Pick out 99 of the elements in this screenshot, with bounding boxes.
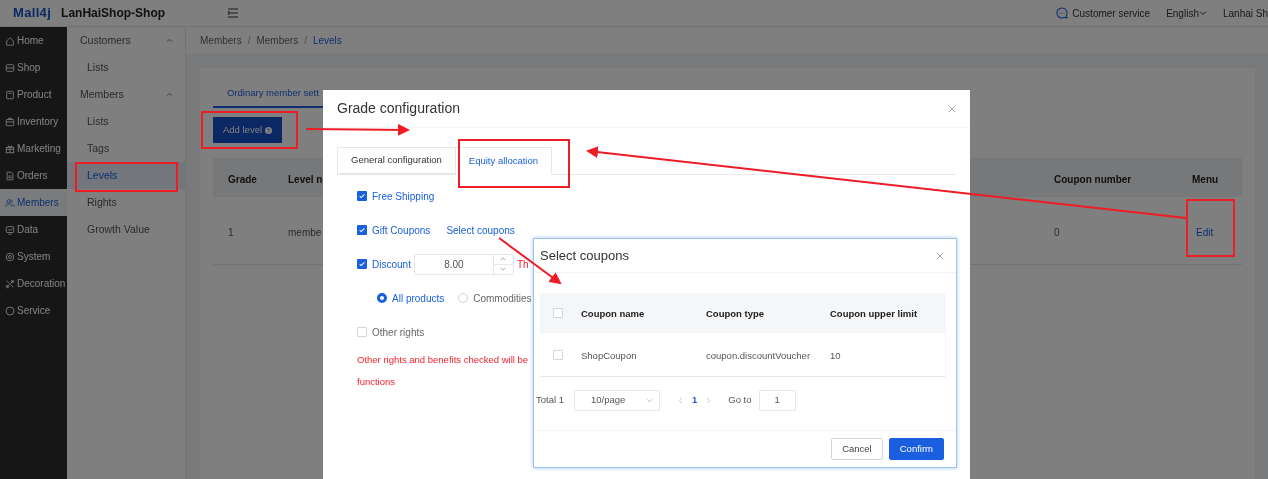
page-size-select[interactable]: 10/page — [574, 389, 660, 411]
tools-icon — [5, 278, 15, 289]
chevron-up-icon — [166, 38, 173, 43]
house-icon — [5, 35, 15, 46]
column-header: Level n — [288, 173, 323, 187]
tab[interactable]: Equity allocation — [455, 147, 553, 175]
sidebar-item[interactable]: Decoration — [0, 270, 67, 297]
nav-item[interactable]: Rights — [67, 189, 185, 216]
shop-name: LanHaiShop-Shop — [61, 5, 166, 22]
column-header: Menu — [1192, 173, 1219, 187]
gear-icon — [5, 251, 15, 262]
breadcrumb-link[interactable]: Members — [200, 33, 242, 48]
warning-text: Other rights and benefits checked will be — [357, 352, 529, 367]
radio[interactable] — [377, 293, 387, 303]
close-icon[interactable] — [936, 251, 944, 260]
previous-page-icon — [678, 396, 683, 404]
nav-item[interactable]: Lists — [67, 108, 185, 135]
sidebar-item[interactable]: Data — [0, 216, 67, 243]
column-header: Grade — [228, 173, 257, 187]
column-header: Coupon name — [581, 307, 645, 321]
breadcrumb-current: Levels — [312, 34, 342, 48]
page-number[interactable]: 1 — [692, 392, 698, 408]
radio-option[interactable]: Commodities — [458, 290, 532, 306]
table-cell-text: coupon.discountVoucher — [706, 349, 811, 363]
sidebar-item[interactable]: Product — [0, 81, 67, 108]
chevron-down-icon — [646, 397, 653, 403]
select-coupons-link[interactable]: Select coupons — [446, 222, 515, 238]
nav-item[interactable]: Levels — [67, 162, 185, 189]
number-field[interactable]: 8.00 — [413, 253, 514, 275]
sidebar-item[interactable]: Marketing — [0, 135, 67, 162]
edit-link[interactable]: Edit — [1196, 225, 1214, 240]
checkbox[interactable] — [553, 308, 563, 318]
page-input[interactable]: 1 — [758, 389, 796, 411]
column-header: Coupon upper limit — [830, 307, 918, 321]
nav-group-label: Members — [80, 86, 124, 102]
nav-group-label: Customers — [80, 32, 131, 48]
checkbox[interactable] — [357, 327, 367, 337]
goto-label: Go to — [728, 392, 752, 407]
briefcase-icon — [5, 116, 15, 127]
table-cell-text: 10 — [830, 349, 841, 363]
close-icon[interactable] — [948, 104, 956, 113]
breadcrumb-separator: / — [247, 34, 251, 48]
people-icon — [5, 197, 15, 208]
user-name[interactable]: Lanhai Sh — [1222, 5, 1268, 21]
stepper-icon — [492, 254, 513, 274]
breadcrumb-separator: / — [304, 34, 307, 48]
chat-icon — [1056, 7, 1069, 19]
nav-item[interactable]: Growth Value — [67, 216, 185, 243]
sidebar-item[interactable]: Members — [0, 189, 67, 216]
option-label: Other rights — [372, 325, 425, 340]
dialog-title: Grade configuration — [337, 99, 460, 118]
nav-group[interactable]: Customers — [67, 27, 185, 54]
tab[interactable]: General configuration — [337, 147, 456, 174]
option-label: Discount — [372, 257, 411, 272]
column-header: Coupon number — [1054, 173, 1132, 187]
page-icon — [5, 170, 15, 181]
checkbox[interactable] — [553, 350, 563, 360]
nav-item[interactable]: Lists — [67, 54, 185, 81]
logo: Mall4j — [13, 4, 52, 23]
nav-group[interactable]: Members — [67, 81, 185, 108]
sidebar-item[interactable]: Orders — [0, 162, 67, 189]
table-cell-text: ShopCoupon — [581, 349, 637, 363]
sidebar-item[interactable]: System — [0, 243, 67, 270]
radio-option[interactable]: All products — [377, 290, 445, 306]
gift-icon — [5, 143, 15, 154]
sidebar-item[interactable]: Shop — [0, 54, 67, 81]
confirm-button[interactable]: Confirm — [888, 438, 944, 460]
table-cell-text: 0 — [1054, 226, 1060, 240]
dialog-title: Select coupons — [540, 246, 629, 265]
add-level-button[interactable]: Add level — [213, 117, 282, 143]
table-cell-text: 1 — [228, 226, 234, 240]
customer-service-link[interactable]: Customer service — [1056, 5, 1151, 21]
nav-item[interactable]: Tags — [67, 135, 185, 162]
document-icon — [5, 89, 15, 100]
monitor-icon — [5, 224, 15, 235]
discount-note: Th — [516, 257, 529, 272]
chevron-down-icon — [1198, 10, 1207, 16]
chat-icon — [5, 305, 15, 316]
checkbox[interactable] — [357, 259, 367, 269]
option-label: Gift Coupons — [372, 223, 431, 238]
total-count: Total 1 — [536, 392, 564, 407]
checkbox[interactable] — [357, 191, 367, 201]
option-label: Free Shipping — [372, 189, 435, 204]
sidebar-item[interactable]: Home — [0, 27, 67, 54]
table-cell-text: membe — [288, 226, 322, 240]
cancel-button[interactable]: Cancel — [831, 438, 883, 460]
menu-icon[interactable] — [227, 8, 240, 18]
checkbox[interactable] — [357, 225, 367, 235]
sidebar-item[interactable]: Inventory — [0, 108, 67, 135]
annotation-box — [1186, 199, 1235, 257]
help-icon — [265, 126, 273, 134]
breadcrumb-link[interactable]: Members — [256, 33, 299, 48]
next-page-icon — [706, 396, 712, 404]
box-icon — [5, 62, 15, 73]
warning-text: functions — [357, 374, 396, 389]
chevron-up-icon — [166, 92, 173, 97]
column-header: Coupon type — [706, 307, 765, 321]
language-dropdown[interactable]: English — [1166, 5, 1207, 21]
sidebar-item[interactable]: Service — [0, 297, 67, 324]
